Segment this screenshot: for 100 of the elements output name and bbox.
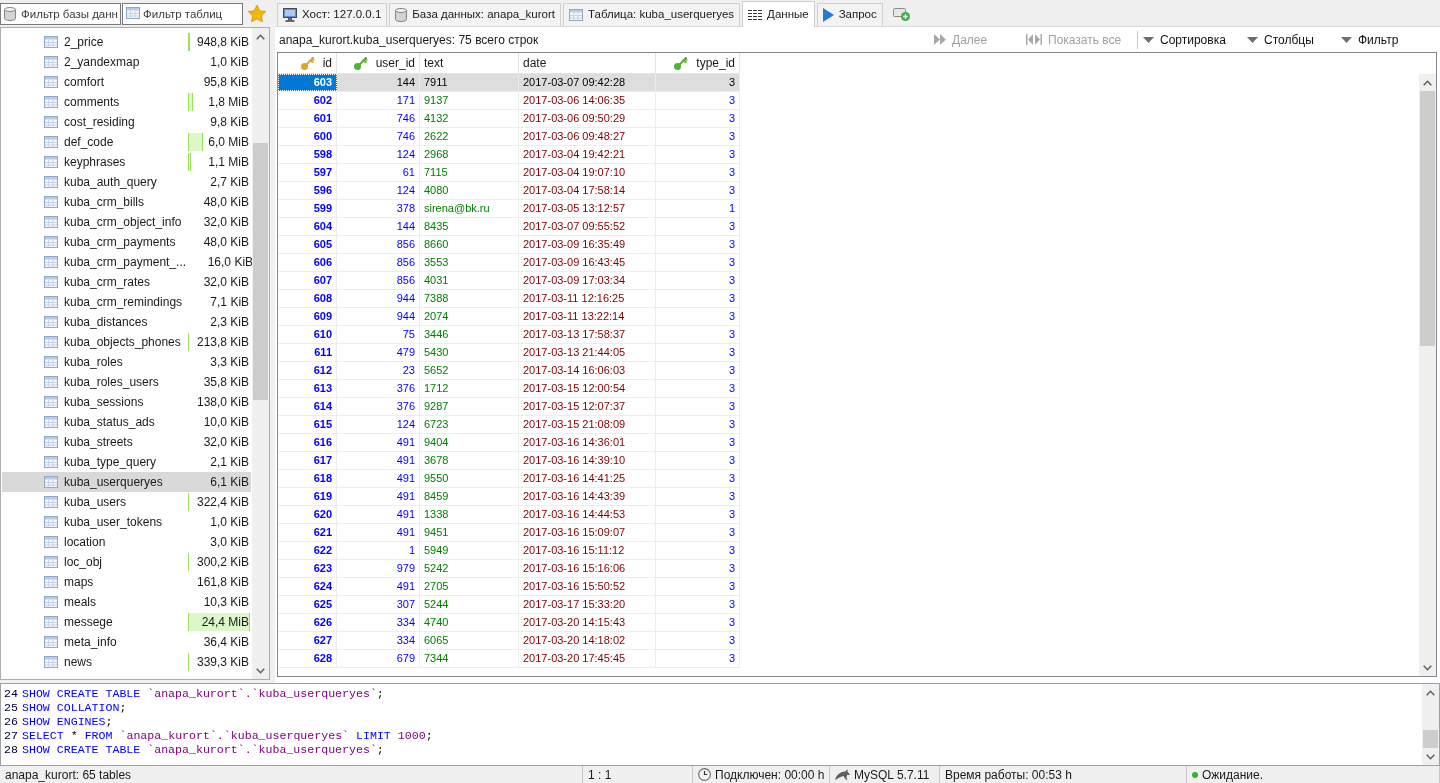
table-row[interactable]: 619 491 8459 2017-03-16 14:43:39 3 <box>278 488 740 506</box>
table-row[interactable]: 608 944 7388 2017-03-11 12:16:25 3 <box>278 290 740 308</box>
tree-row[interactable]: loc_obj 300,2 KiB <box>2 552 251 572</box>
tab[interactable]: Запрос <box>816 3 883 26</box>
tree-row[interactable]: kuba_auth_query 2,7 KiB <box>2 172 251 192</box>
table-row[interactable]: 610 75 3446 2017-03-13 17:58:37 3 <box>278 326 740 344</box>
tab[interactable]: Таблица: kuba_userqueryes <box>563 3 741 26</box>
tree-row[interactable]: kuba_userqueryes 6,1 KiB <box>2 472 251 492</box>
tree-row[interactable]: cost_residing 9,8 KiB <box>2 112 251 132</box>
table-row[interactable]: 614 376 9287 2017-03-15 12:07:37 3 <box>278 398 740 416</box>
table-cell: 2622 <box>420 128 519 145</box>
chevron-up-icon[interactable] <box>1426 689 1435 696</box>
tree-row[interactable]: comments 1,8 MiB <box>2 92 251 112</box>
skip-arrows-icon <box>1026 34 1042 45</box>
tree-row[interactable]: kuba_sessions 138,0 KiB <box>2 392 251 412</box>
scrollbar-thumb[interactable] <box>1420 91 1435 346</box>
tree-row[interactable]: 2_price 948,8 KiB <box>2 32 251 52</box>
table-row[interactable]: 602 171 9137 2017-03-06 14:06:35 3 <box>278 92 740 110</box>
table-row[interactable]: 607 856 4031 2017-03-09 17:03:34 3 <box>278 272 740 290</box>
chevron-up-icon[interactable] <box>256 33 265 40</box>
table-row[interactable]: 598 124 2968 2017-03-04 19:42:21 3 <box>278 146 740 164</box>
scrollbar-thumb[interactable] <box>253 143 268 400</box>
tree-row[interactable]: 2_yandexmap 1,0 KiB <box>2 52 251 72</box>
table-row[interactable]: 618 491 9550 2017-03-16 14:41:25 3 <box>278 470 740 488</box>
table-row[interactable]: 612 23 5652 2017-03-14 16:06:03 3 <box>278 362 740 380</box>
table-size: 213,8 KiB <box>188 332 251 352</box>
tree-row[interactable]: keyphrases 1,1 MiB <box>2 152 251 172</box>
tree-row[interactable]: messege 24,4 MiB <box>2 612 251 632</box>
table-row[interactable]: 617 491 3678 2017-03-16 14:39:10 3 <box>278 452 740 470</box>
tree-row[interactable]: kuba_crm_payment_... 16,0 KiB <box>2 252 251 272</box>
table-row[interactable]: 609 944 2074 2017-03-11 13:22:14 3 <box>278 308 740 326</box>
chevron-down-icon[interactable] <box>256 667 265 674</box>
table-row[interactable]: 603 144 7911 2017-03-07 09:42:28 3 <box>278 74 740 92</box>
table-row[interactable]: 621 491 9451 2017-03-16 15:09:07 3 <box>278 524 740 542</box>
table-row[interactable]: 625 307 5244 2017-03-17 15:33:20 3 <box>278 596 740 614</box>
table-row[interactable]: 596 124 4080 2017-03-04 17:58:14 3 <box>278 182 740 200</box>
tree-row[interactable]: kuba_roles 3,3 KiB <box>2 352 251 372</box>
filter-field[interactable]: Фильтр базы данн <box>0 2 121 25</box>
tree-row[interactable]: kuba_crm_remindings 7,1 KiB <box>2 292 251 312</box>
table-row[interactable]: 622 1 5949 2017-03-16 15:11:12 3 <box>278 542 740 560</box>
tree-row[interactable]: kuba_roles_users 35,8 KiB <box>2 372 251 392</box>
line-number: 25 <box>4 700 19 717</box>
tree-row[interactable]: kuba_crm_rates 32,0 KiB <box>2 272 251 292</box>
tree-row[interactable]: kuba_objects_phones 213,8 KiB <box>2 332 251 352</box>
chevron-down-icon[interactable] <box>1423 664 1432 671</box>
table-row[interactable]: 604 144 8435 2017-03-07 09:55:52 3 <box>278 218 740 236</box>
table-name: kuba_crm_object_info <box>64 214 182 231</box>
tree-row[interactable]: comfort 95,8 KiB <box>2 72 251 92</box>
dropdown-button[interactable]: Фильтр <box>1338 29 1410 50</box>
tree-row[interactable]: kuba_distances 2,3 KiB <box>2 312 251 332</box>
tree-row[interactable]: meta_info 36,4 KiB <box>2 632 251 652</box>
table-icon <box>44 616 58 628</box>
table-row[interactable]: 613 376 1712 2017-03-15 12:00:54 3 <box>278 380 740 398</box>
filter-field[interactable]: Фильтр таблиц <box>122 2 243 25</box>
tab[interactable]: База данных: anapa_kurort <box>389 3 561 26</box>
table-row[interactable]: 600 746 2622 2017-03-06 09:48:27 3 <box>278 128 740 146</box>
tree-row[interactable]: maps 161,8 KiB <box>2 572 251 592</box>
tree-row[interactable]: kuba_user_tokens 1,0 KiB <box>2 512 251 532</box>
scrollbar-thumb[interactable] <box>1423 730 1438 748</box>
table-row[interactable]: 626 334 4740 2017-03-20 14:15:43 3 <box>278 614 740 632</box>
table-size: 138,0 KiB <box>195 394 250 411</box>
table-row[interactable]: 624 491 2705 2017-03-16 15:50:52 3 <box>278 578 740 596</box>
tree-row[interactable]: kuba_crm_object_info 32,0 KiB <box>2 212 251 232</box>
tree-row[interactable]: meals 10,3 KiB <box>2 592 251 612</box>
table-row[interactable]: 606 856 3553 2017-03-09 16:43:45 3 <box>278 254 740 272</box>
table-row[interactable]: 628 679 7344 2017-03-20 17:45:45 3 <box>278 650 740 668</box>
star-icon[interactable] <box>248 5 266 22</box>
table-icon <box>44 376 58 388</box>
table-row[interactable]: 605 856 8660 2017-03-09 16:35:49 3 <box>278 236 740 254</box>
table-row[interactable]: 611 479 5430 2017-03-13 21:44:05 3 <box>278 344 740 362</box>
tree-row[interactable]: news 339,3 KiB <box>2 652 251 672</box>
table-size: 35,8 KiB <box>202 374 250 391</box>
tree-row[interactable]: kuba_streets 32,0 KiB <box>2 432 251 452</box>
table-cell: 623 <box>278 560 337 577</box>
tab[interactable]: Хост: 127.0.0.1 <box>277 3 388 26</box>
tree-row[interactable]: kuba_crm_payments 48,0 KiB <box>2 232 251 252</box>
table-row[interactable]: 599 378 sirena@bk.ru 2017-03-05 13:12:57 1 <box>278 200 740 218</box>
table-row[interactable]: 623 979 5242 2017-03-16 15:16:06 3 <box>278 560 740 578</box>
tree-row[interactable]: def_code 6,0 MiB <box>2 132 251 152</box>
tree-row[interactable]: kuba_users 322,4 KiB <box>2 492 251 512</box>
dropdown-button[interactable]: Столбцы <box>1244 29 1338 50</box>
table-row[interactable]: 601 746 4132 2017-03-06 09:50:29 3 <box>278 110 740 128</box>
chevron-down-icon[interactable] <box>1426 753 1435 760</box>
table-cell: 2017-03-04 19:42:21 <box>519 146 656 163</box>
table-cell: 2017-03-06 14:06:35 <box>519 92 656 109</box>
table-icon <box>44 476 58 488</box>
tree-row[interactable]: kuba_crm_bills 48,0 KiB <box>2 192 251 212</box>
table-row[interactable]: 616 491 9404 2017-03-16 14:36:01 3 <box>278 434 740 452</box>
tree-row[interactable]: location 3,0 KiB <box>2 532 251 552</box>
table-cell: 9287 <box>420 398 519 415</box>
table-row[interactable]: 615 124 6723 2017-03-15 21:08:09 3 <box>278 416 740 434</box>
chevron-up-icon[interactable] <box>1423 79 1432 86</box>
tree-row[interactable]: kuba_type_query 2,1 KiB <box>2 452 251 472</box>
table-row[interactable]: 620 491 1338 2017-03-16 14:44:53 3 <box>278 506 740 524</box>
dropdown-button[interactable]: Сортировка <box>1140 29 1244 50</box>
add-tab-icon[interactable] <box>892 8 910 21</box>
table-row[interactable]: 597 61 7115 2017-03-04 19:07:10 3 <box>278 164 740 182</box>
table-row[interactable]: 627 334 6065 2017-03-20 14:18:02 3 <box>278 632 740 650</box>
tree-row[interactable]: kuba_status_ads 10,0 KiB <box>2 412 251 432</box>
tab[interactable]: Данные <box>742 1 815 27</box>
